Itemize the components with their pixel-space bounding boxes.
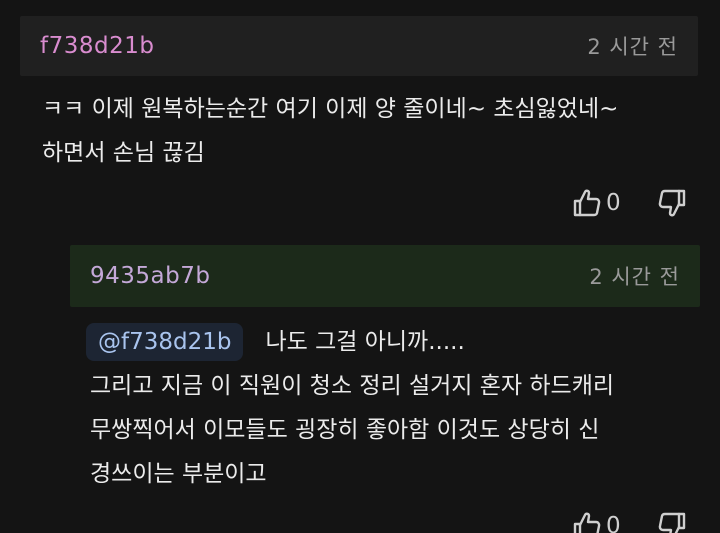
like-button[interactable] bbox=[572, 186, 602, 220]
like-count: 0 bbox=[606, 190, 621, 216]
thumbs-up-icon bbox=[573, 188, 601, 218]
reply-body-line: 그리고 지금 이 직원이 청소 정리 설거지 혼자 하드캐리 bbox=[90, 373, 615, 399]
reply-body-line: 경쓰이는 부분이고 bbox=[90, 461, 267, 487]
reply-header: 9435ab7b 2 시간 전 bbox=[70, 245, 700, 307]
comment-body-line: 하면서 손님 끊김 bbox=[42, 140, 205, 166]
reply-body-text: 나도 그걸 아니까..... bbox=[265, 329, 465, 355]
reply-like-count: 0 bbox=[606, 513, 621, 533]
comment-body: ㅋㅋ 이제 원복하는순간 여기 이제 양 줄이네~ 초심잃었네~ 하면서 손님 … bbox=[42, 87, 712, 175]
reply-body-line: @f738d21b 나도 그걸 아니까..... bbox=[86, 320, 710, 364]
comment-body-line: ㅋㅋ 이제 원복하는순간 여기 이제 양 줄이네~ 초심잃었네~ bbox=[42, 96, 619, 122]
reply-body-line: 무쌍찍어서 이모들도 굉장히 좋아함 이것도 상당히 신 bbox=[90, 417, 600, 443]
mention-chip[interactable]: @f738d21b bbox=[86, 323, 244, 361]
thumbs-down-icon bbox=[658, 511, 686, 533]
reply-dislike-button[interactable] bbox=[657, 509, 687, 533]
reply-actions: 0 bbox=[572, 509, 687, 533]
dislike-button[interactable] bbox=[657, 186, 687, 220]
comment-author[interactable]: f738d21b bbox=[40, 33, 154, 59]
reply-body: @f738d21b 나도 그걸 아니까..... 그리고 지금 이 직원이 청소 … bbox=[86, 320, 710, 496]
comment-actions: 0 bbox=[572, 186, 687, 220]
comment-thread: f738d21b 2 시간 전 ㅋㅋ 이제 원복하는순간 여기 이제 양 줄이네… bbox=[0, 0, 720, 533]
thumbs-up-icon bbox=[573, 511, 601, 533]
thumbs-down-icon bbox=[658, 188, 686, 218]
reply-timestamp: 2 시간 전 bbox=[589, 265, 680, 289]
reply-like-button[interactable] bbox=[572, 509, 602, 533]
reply-author[interactable]: 9435ab7b bbox=[90, 263, 210, 289]
comment-timestamp: 2 시간 전 bbox=[587, 35, 678, 59]
comment-header: f738d21b 2 시간 전 bbox=[20, 16, 698, 76]
